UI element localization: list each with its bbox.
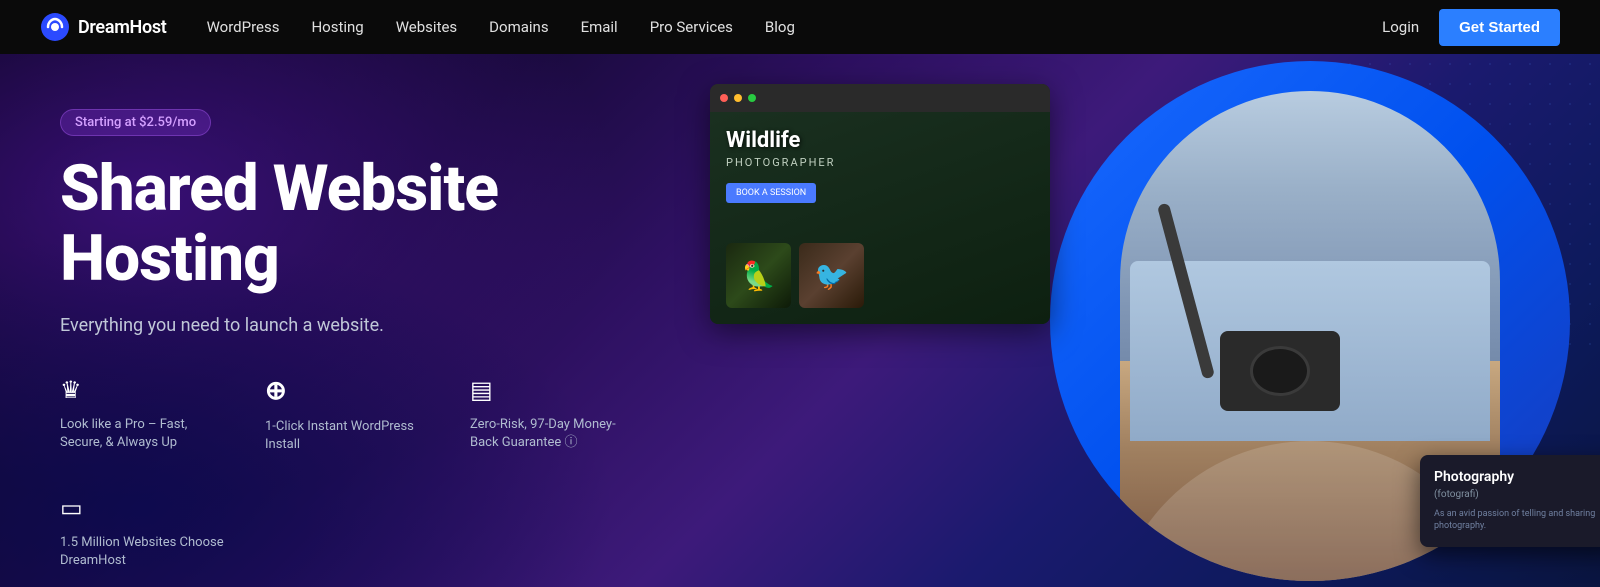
feature-million-sites-text: 1.5 Million Websites Choose DreamHost bbox=[60, 534, 225, 570]
dreamhost-logo-icon bbox=[40, 12, 70, 42]
hero-section: Starting at $2.59/mo Shared Website Host… bbox=[0, 54, 1600, 587]
feature-money-back-text: Zero-Risk, 97-Day Money-Back Guarantee ⓘ bbox=[470, 416, 635, 452]
nav-item-wordpress[interactable]: WordPress bbox=[207, 18, 280, 36]
photography-card: Photography (fotografi) As an avid passi… bbox=[1420, 455, 1600, 547]
wordpress-icon: ⊕ bbox=[265, 376, 430, 406]
hero-visual: Wildlife PHOTOGRAPHER BOOK A SESSION Pho… bbox=[700, 54, 1600, 587]
feature-million-sites: ▭ 1.5 Million Websites Choose DreamHost bbox=[60, 494, 225, 570]
feature-wordpress: ⊕ 1-Click Instant WordPress Install bbox=[265, 376, 430, 454]
feature-money-back: ▤ Zero-Risk, 97-Day Money-Back Guarantee… bbox=[470, 376, 635, 454]
camera-lens bbox=[1250, 346, 1310, 396]
nav-item-domains[interactable]: Domains bbox=[489, 18, 548, 36]
price-badge: Starting at $2.59/mo bbox=[60, 109, 211, 136]
screenshot-body: Wildlife PHOTOGRAPHER BOOK A SESSION bbox=[710, 112, 1050, 324]
nav-item-pro-services[interactable]: Pro Services bbox=[650, 18, 733, 36]
nav-item-email[interactable]: Email bbox=[581, 18, 618, 36]
feature-wordpress-text: 1-Click Instant WordPress Install bbox=[265, 418, 430, 454]
photo-card-description: As an avid passion of telling and sharin… bbox=[1434, 508, 1600, 533]
nav-links: WordPress Hosting Websites Domains Email… bbox=[207, 18, 1383, 36]
photo-card-subtitle: (fotografi) bbox=[1434, 489, 1600, 500]
photo-card-title: Photography bbox=[1434, 469, 1600, 485]
nav-item-hosting[interactable]: Hosting bbox=[311, 18, 363, 36]
hero-content: Starting at $2.59/mo Shared Website Host… bbox=[0, 54, 750, 587]
feature-pro-text: Look like a Pro – Fast, Secure, & Always… bbox=[60, 416, 225, 452]
crown-icon: ♛ bbox=[60, 376, 225, 404]
wildlife-title: Wildlife PHOTOGRAPHER bbox=[726, 128, 1034, 169]
login-button[interactable]: Login bbox=[1382, 18, 1419, 36]
screenshot-header bbox=[710, 84, 1050, 112]
brand-name: DreamHost bbox=[78, 17, 167, 38]
features-row: ♛ Look like a Pro – Fast, Secure, & Alwa… bbox=[60, 376, 690, 571]
money-back-icon: ▤ bbox=[470, 376, 635, 404]
nav-right: Login Get Started bbox=[1382, 9, 1560, 46]
logo[interactable]: DreamHost bbox=[40, 12, 167, 42]
navbar: DreamHost WordPress Hosting Websites Dom… bbox=[0, 0, 1600, 54]
feature-pro: ♛ Look like a Pro – Fast, Secure, & Alwa… bbox=[60, 376, 225, 454]
browser-icon: ▭ bbox=[60, 494, 225, 522]
get-started-button[interactable]: Get Started bbox=[1439, 9, 1560, 46]
nav-item-websites[interactable]: Websites bbox=[396, 18, 457, 36]
wildlife-screenshot: Wildlife PHOTOGRAPHER BOOK A SESSION bbox=[710, 84, 1050, 324]
nav-item-blog[interactable]: Blog bbox=[765, 18, 795, 36]
hero-title: Shared Website Hosting bbox=[60, 154, 690, 295]
bird-thumb-2 bbox=[799, 243, 864, 308]
hero-subtitle: Everything you need to launch a website. bbox=[60, 315, 690, 336]
